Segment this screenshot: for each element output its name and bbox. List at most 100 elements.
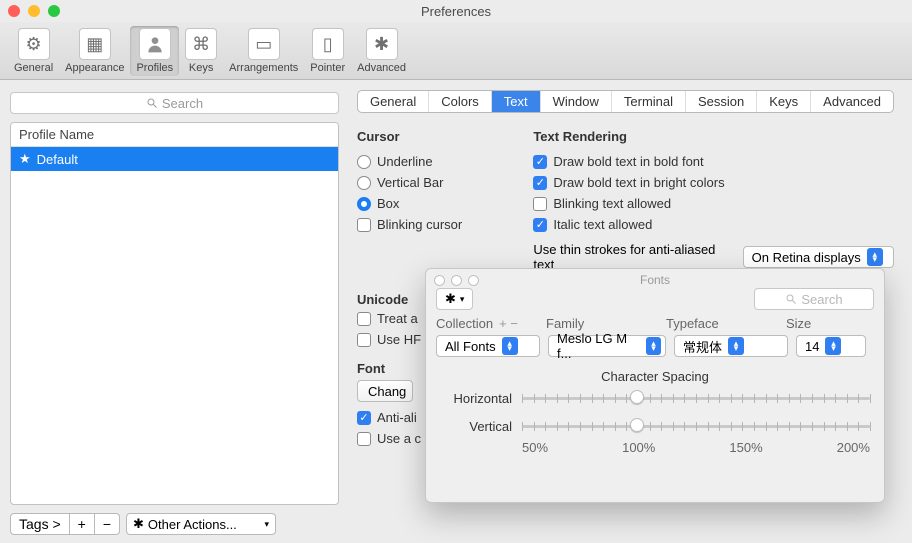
radio-label: Box xyxy=(377,196,399,211)
cursor-box-radio[interactable]: Box xyxy=(357,196,503,211)
size-label: Size xyxy=(786,316,811,331)
search-icon xyxy=(146,97,158,109)
general-icon: ⚙ xyxy=(18,28,50,60)
search-placeholder: Search xyxy=(801,292,842,307)
slider-thumb[interactable] xyxy=(630,418,644,432)
typeface-select[interactable]: 常规体▴▾ xyxy=(674,335,788,357)
fonts-action-menu[interactable]: ✱ ▾ xyxy=(436,288,473,310)
minimize-icon[interactable] xyxy=(451,275,462,286)
toolbar-pointer[interactable]: ▯ Pointer xyxy=(304,26,351,76)
change-font-button[interactable]: Chang xyxy=(357,380,413,402)
pointer-icon: ▯ xyxy=(312,28,344,60)
tab-text[interactable]: Text xyxy=(492,91,541,112)
toolbar-label: Pointer xyxy=(310,62,345,74)
blinking-cursor-checkbox[interactable]: Blinking cursor xyxy=(357,217,503,232)
chevron-updown-icon: ▴▾ xyxy=(825,337,841,355)
profiles-icon xyxy=(139,28,171,60)
titlebar: Preferences xyxy=(0,0,912,22)
horizontal-spacing-slider[interactable] xyxy=(522,388,870,408)
tags-button[interactable]: Tags > xyxy=(10,513,70,535)
cursor-vertical-radio[interactable]: Vertical Bar xyxy=(357,175,503,190)
close-icon[interactable] xyxy=(8,5,20,17)
thin-strokes-select[interactable]: On Retina displays ▴▾ xyxy=(743,246,894,268)
profiles-sidebar: Search Profile Name ★ Default Tags > + −… xyxy=(0,80,349,543)
profile-name: Default xyxy=(37,152,78,167)
vertical-spacing-slider[interactable] xyxy=(522,416,870,436)
blinking-text-checkbox[interactable]: Blinking text allowed xyxy=(533,196,894,211)
bold-font-checkbox[interactable]: Draw bold text in bold font xyxy=(533,154,894,169)
gear-icon: ✱ xyxy=(445,291,456,307)
scale-tick: 150% xyxy=(729,440,762,455)
chevron-down-icon: ▾ xyxy=(460,294,465,305)
toolbar-general[interactable]: ⚙ General xyxy=(8,26,59,76)
family-select[interactable]: Meslo LG M f...▴▾ xyxy=(548,335,666,357)
select-value: 常规体 xyxy=(683,337,722,356)
size-select[interactable]: 14▴▾ xyxy=(796,335,866,357)
chevron-updown-icon: ▴▾ xyxy=(646,337,661,355)
star-icon: ★ xyxy=(19,151,31,167)
check-label: Treat a xyxy=(377,311,418,326)
add-profile-button[interactable]: + xyxy=(70,513,95,535)
toolbar-label: Profiles xyxy=(136,62,173,74)
cursor-section-title: Cursor xyxy=(357,129,503,144)
chevron-updown-icon: ▴▾ xyxy=(867,248,883,266)
check-label: Draw bold text in bold font xyxy=(553,154,703,169)
chevron-updown-icon: ▴▾ xyxy=(502,337,518,355)
select-value: On Retina displays xyxy=(752,250,861,265)
profile-tab-bar: GeneralColorsTextWindowTerminalSessionKe… xyxy=(357,90,894,113)
check-label: Draw bold text in bright colors xyxy=(553,175,724,190)
window-controls xyxy=(8,5,60,17)
profile-list: Profile Name ★ Default xyxy=(10,122,339,505)
other-actions-dropdown[interactable]: ✱ Other Actions... ▾ xyxy=(126,513,276,535)
slider-thumb[interactable] xyxy=(630,390,644,404)
check-label: Blinking text allowed xyxy=(553,196,671,211)
tab-terminal[interactable]: Terminal xyxy=(612,91,686,112)
search-icon xyxy=(785,293,797,305)
scale-tick: 50% xyxy=(522,440,548,455)
check-label: Italic text allowed xyxy=(553,217,652,232)
collection-select[interactable]: All Fonts▴▾ xyxy=(436,335,540,357)
tab-colors[interactable]: Colors xyxy=(429,91,492,112)
tab-keys[interactable]: Keys xyxy=(757,91,811,112)
toolbar-label: General xyxy=(14,62,53,74)
advanced-icon: ✱ xyxy=(366,28,398,60)
chevron-down-icon: ▾ xyxy=(264,519,269,530)
bright-colors-checkbox[interactable]: Draw bold text in bright colors xyxy=(533,175,894,190)
check-label: Use a c xyxy=(377,431,421,446)
scale-tick: 100% xyxy=(622,440,655,455)
remove-profile-button[interactable]: − xyxy=(95,513,120,535)
minimize-icon[interactable] xyxy=(28,5,40,17)
tab-general[interactable]: General xyxy=(358,91,429,112)
zoom-icon[interactable] xyxy=(48,5,60,17)
check-label: Blinking cursor xyxy=(377,217,462,232)
search-placeholder: Search xyxy=(162,96,203,111)
gear-icon: ✱ xyxy=(133,516,144,532)
toolbar-keys[interactable]: ⌘Keys xyxy=(179,26,223,76)
toolbar-arrangements[interactable]: ▭ Arrangements xyxy=(223,26,304,76)
preferences-toolbar: ⚙ General ▦Appearance Profiles ⌘Keys ▭ Arrange… xyxy=(0,22,912,80)
toolbar-label: Appearance xyxy=(65,62,124,74)
fonts-search-input[interactable]: Search xyxy=(754,288,874,310)
typeface-label: Typeface xyxy=(666,316,719,331)
toolbar-advanced[interactable]: ✱Advanced xyxy=(351,26,412,76)
profile-search-input[interactable]: Search xyxy=(10,92,339,114)
arrangements-icon: ▭ xyxy=(248,28,280,60)
radio-label: Underline xyxy=(377,154,433,169)
tab-session[interactable]: Session xyxy=(686,91,757,112)
profile-list-item[interactable]: ★ Default xyxy=(11,147,338,171)
italic-text-checkbox[interactable]: Italic text allowed xyxy=(533,217,894,232)
fonts-window-controls xyxy=(426,269,884,286)
tab-advanced[interactable]: Advanced xyxy=(811,91,893,112)
tab-window[interactable]: Window xyxy=(541,91,612,112)
zoom-icon[interactable] xyxy=(468,275,479,286)
text-rendering-section-title: Text Rendering xyxy=(533,129,894,144)
toolbar-profiles[interactable]: Profiles xyxy=(130,26,179,76)
profile-list-header[interactable]: Profile Name xyxy=(11,123,338,147)
close-icon[interactable] xyxy=(434,275,445,286)
toolbar-label: Arrangements xyxy=(229,62,298,74)
scale-tick: 200% xyxy=(837,440,870,455)
fonts-panel: Fonts ✱ ▾ Search Collection + − Family T… xyxy=(425,268,885,503)
vertical-spacing-label: Vertical xyxy=(440,419,512,434)
cursor-underline-radio[interactable]: Underline xyxy=(357,154,503,169)
toolbar-appearance[interactable]: ▦Appearance xyxy=(59,26,130,76)
